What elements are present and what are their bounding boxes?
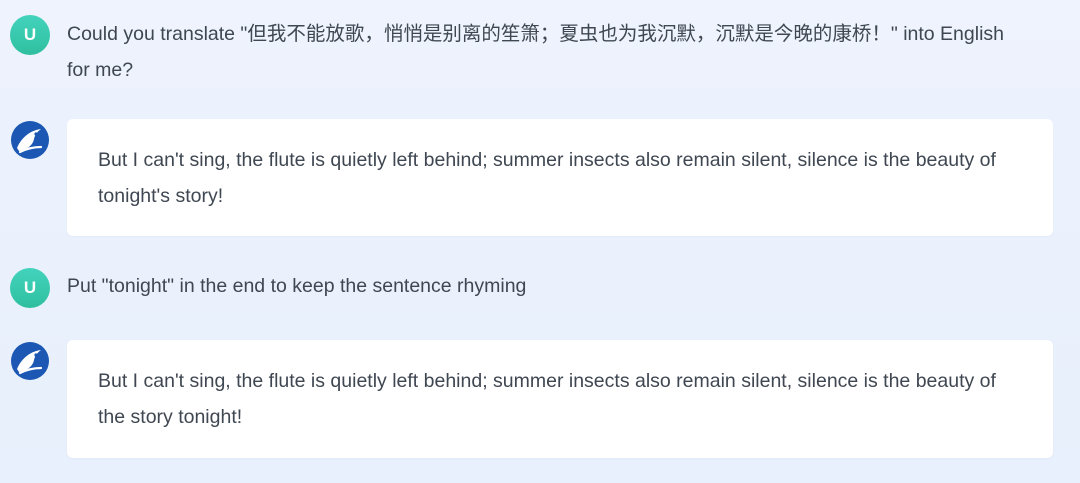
assistant-message-card: But I can't sing, the flute is quietly l… — [67, 340, 1053, 458]
bird-logo-icon — [10, 341, 50, 381]
assistant-message-text: But I can't sing, the flute is quietly l… — [98, 149, 996, 207]
user-avatar-letter: U — [23, 278, 37, 297]
assistant-message-text: But I can't sing, the flute is quietly l… — [98, 370, 996, 428]
chat-thread: U Could you translate "但我不能放歌，悄悄是别离的笙箫；夏… — [0, 0, 1080, 483]
user-message-text: Put "tonight" in the end to keep the sen… — [67, 275, 527, 297]
user-message-text: Could you translate "但我不能放歌，悄悄是别离的笙箫；夏虫也… — [67, 23, 1005, 81]
user-avatar: U — [10, 268, 50, 308]
user-avatar-letter: U — [23, 25, 37, 44]
bird-logo-icon — [10, 120, 50, 160]
assistant-message-card: But I can't sing, the flute is quietly l… — [67, 119, 1053, 236]
user-avatar: U — [10, 15, 50, 55]
